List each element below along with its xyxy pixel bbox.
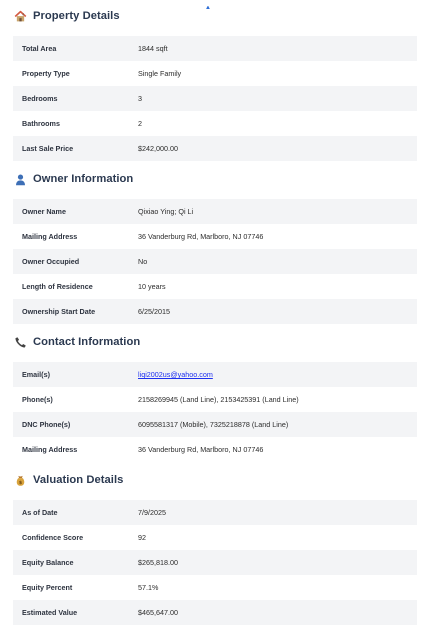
money-bag-icon: $ bbox=[13, 473, 27, 487]
property-details-header: Property Details bbox=[13, 6, 417, 26]
field-value: liqi2002us@yahoo.com bbox=[138, 362, 417, 387]
property-report: Property Details Total Area 1844 sqft Pr… bbox=[0, 6, 421, 625]
field-value: 57.1% bbox=[138, 583, 159, 592]
contact-information-table: Email(s) liqi2002us@yahoo.com Phone(s) 2… bbox=[13, 362, 417, 462]
field-label: Phone(s) bbox=[22, 395, 53, 404]
owner-information-header: Owner Information bbox=[13, 169, 417, 189]
house-icon bbox=[13, 9, 27, 23]
table-row: Mailing Address 36 Vanderburg Rd, Marlbo… bbox=[13, 437, 417, 462]
owner-information-table: Owner Name Qixiao Ying; Qi Li Mailing Ad… bbox=[13, 199, 417, 324]
field-label: Total Area bbox=[22, 44, 57, 53]
email-link[interactable]: liqi2002us@yahoo.com bbox=[138, 370, 213, 379]
table-row: Confidence Score 92 bbox=[13, 525, 417, 550]
section-title-valuation-details: Valuation Details bbox=[33, 474, 124, 486]
table-row: Bathrooms 2 bbox=[13, 111, 417, 136]
table-row: DNC Phone(s) 6095581317 (Mobile), 732521… bbox=[13, 412, 417, 437]
table-row: Total Area 1844 sqft bbox=[13, 36, 417, 61]
field-value: 36 Vanderburg Rd, Marlboro, NJ 07746 bbox=[138, 445, 264, 454]
contact-information-section: Contact Information Email(s) liqi2002us@… bbox=[13, 332, 417, 462]
field-value: 36 Vanderburg Rd, Marlboro, NJ 07746 bbox=[138, 232, 264, 241]
person-icon bbox=[13, 172, 27, 186]
field-value: 7/9/2025 bbox=[138, 508, 166, 517]
field-value: 3 bbox=[138, 94, 142, 103]
field-value: Qixiao Ying; Qi Li bbox=[138, 207, 194, 216]
field-label: Last Sale Price bbox=[22, 144, 74, 153]
table-row: Property Type Single Family bbox=[13, 61, 417, 86]
field-value: 2158269945 (Land Line), 2153425391 (Land… bbox=[138, 395, 299, 404]
field-value: 92 bbox=[138, 533, 146, 542]
field-value: 10 years bbox=[138, 282, 166, 291]
table-row: Estimated Value $465,647.00 bbox=[13, 600, 417, 625]
field-value: 2 bbox=[138, 119, 142, 128]
svg-text:$: $ bbox=[18, 479, 21, 485]
table-row: Equity Percent 57.1% bbox=[13, 575, 417, 600]
contact-information-header: Contact Information bbox=[13, 332, 417, 352]
table-row: Email(s) liqi2002us@yahoo.com bbox=[13, 362, 417, 387]
field-label: Mailing Address bbox=[22, 232, 78, 241]
property-details-table: Total Area 1844 sqft Property Type Singl… bbox=[13, 36, 417, 161]
field-value: $265,818.00 bbox=[138, 558, 178, 567]
table-row: Phone(s) 2158269945 (Land Line), 2153425… bbox=[13, 387, 417, 412]
field-label: Confidence Score bbox=[22, 533, 84, 542]
owner-information-section: Owner Information Owner Name Qixiao Ying… bbox=[13, 169, 417, 324]
property-details-section: Property Details Total Area 1844 sqft Pr… bbox=[13, 6, 417, 161]
field-label: Owner Name bbox=[22, 207, 66, 216]
field-label: Equity Percent bbox=[22, 583, 73, 592]
phone-icon bbox=[13, 335, 27, 349]
top-icon-fragment: ▲ bbox=[204, 6, 211, 9]
section-title-property-details: Property Details bbox=[33, 10, 120, 22]
field-label: Email(s) bbox=[22, 370, 50, 379]
field-value: Single Family bbox=[138, 69, 182, 78]
table-row: Bedrooms 3 bbox=[13, 86, 417, 111]
field-label: Owner Occupied bbox=[22, 257, 80, 266]
field-value: 1844 sqft bbox=[138, 44, 168, 53]
field-label: Ownership Start Date bbox=[22, 307, 96, 316]
field-value: No bbox=[138, 257, 148, 266]
valuation-details-table: As of Date 7/9/2025 Confidence Score 92 … bbox=[13, 500, 417, 625]
field-value: 6095581317 (Mobile), 7325218878 (Land Li… bbox=[138, 420, 289, 429]
table-row: Owner Occupied No bbox=[13, 249, 417, 274]
table-row: As of Date 7/9/2025 bbox=[13, 500, 417, 525]
field-label: Bathrooms bbox=[22, 119, 60, 128]
field-value: 6/25/2015 bbox=[138, 307, 170, 316]
table-row: Equity Balance $265,818.00 bbox=[13, 550, 417, 575]
table-row: Last Sale Price $242,000.00 bbox=[13, 136, 417, 161]
field-label: Length of Residence bbox=[22, 282, 93, 291]
field-label: Estimated Value bbox=[22, 608, 78, 617]
table-row: Mailing Address 36 Vanderburg Rd, Marlbo… bbox=[13, 224, 417, 249]
valuation-details-section: $ Valuation Details As of Date 7/9/2025 … bbox=[13, 470, 417, 625]
field-label: Property Type bbox=[22, 69, 70, 78]
valuation-details-header: $ Valuation Details bbox=[13, 470, 417, 490]
field-label: As of Date bbox=[22, 508, 58, 517]
field-label: Equity Balance bbox=[22, 558, 74, 567]
section-title-owner-information: Owner Information bbox=[33, 173, 134, 185]
section-title-contact-information: Contact Information bbox=[33, 336, 141, 348]
field-label: DNC Phone(s) bbox=[22, 420, 71, 429]
table-row: Owner Name Qixiao Ying; Qi Li bbox=[13, 199, 417, 224]
field-value: $242,000.00 bbox=[138, 144, 178, 153]
field-value: $465,647.00 bbox=[138, 608, 178, 617]
table-row: Ownership Start Date 6/25/2015 bbox=[13, 299, 417, 324]
field-label: Mailing Address bbox=[22, 445, 78, 454]
table-row: Length of Residence 10 years bbox=[13, 274, 417, 299]
field-label: Bedrooms bbox=[22, 94, 58, 103]
